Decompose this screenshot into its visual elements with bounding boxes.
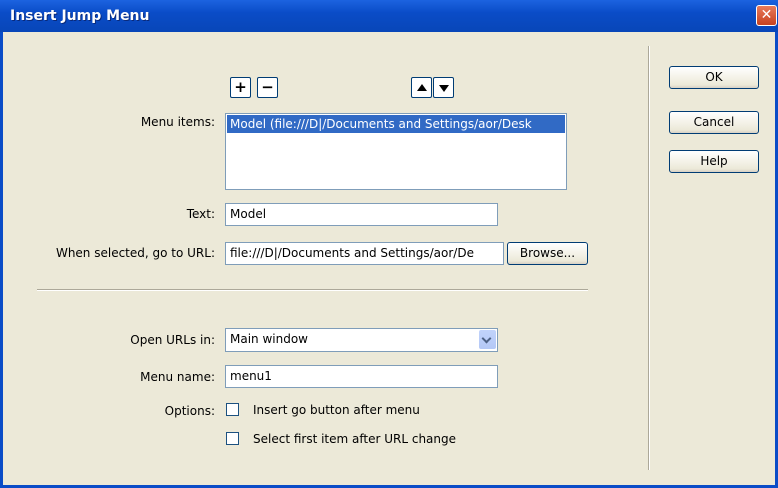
window-frame-left — [0, 32, 3, 488]
vertical-divider — [648, 46, 650, 470]
menu-items-list[interactable]: Model (file:///D|/Documents and Settings… — [225, 113, 567, 190]
go-button-checkbox[interactable] — [226, 403, 239, 416]
menu-items-label: Menu items: — [140, 115, 215, 129]
chevron-down-icon[interactable] — [479, 330, 496, 349]
text-label: Text: — [186, 207, 215, 221]
menu-name-field[interactable]: menu1 — [225, 365, 498, 388]
select-first-checkbox[interactable] — [226, 432, 239, 445]
browse-button[interactable]: Browse... — [507, 242, 588, 265]
options-label: Options: — [164, 404, 215, 418]
menu-name-label: Menu name: — [140, 370, 215, 384]
move-up-button[interactable] — [411, 77, 432, 98]
go-button-option-label[interactable]: Insert go button after menu — [253, 403, 420, 417]
add-item-button[interactable]: + — [230, 77, 251, 98]
url-field[interactable]: file:///D|/Documents and Settings/aor/De — [225, 242, 504, 265]
help-button[interactable]: Help — [669, 150, 759, 173]
open-urls-label: Open URLs in: — [130, 333, 215, 347]
close-button[interactable]: ✕ — [756, 5, 777, 26]
remove-item-button[interactable]: − — [257, 77, 278, 98]
section-divider — [37, 289, 588, 291]
url-label: When selected, go to URL: — [55, 246, 215, 260]
open-urls-select[interactable]: Main window — [225, 328, 498, 352]
ok-button[interactable]: OK — [669, 66, 759, 89]
cancel-button[interactable]: Cancel — [669, 111, 759, 134]
list-item[interactable]: Model (file:///D|/Documents and Settings… — [227, 115, 565, 133]
window-title: Insert Jump Menu — [10, 8, 150, 24]
select-first-option-label[interactable]: Select first item after URL change — [253, 432, 456, 446]
title-bar: Insert Jump Menu ✕ — [0, 0, 778, 32]
open-urls-value: Main window — [230, 332, 308, 346]
move-down-button[interactable] — [433, 77, 454, 98]
text-field[interactable]: Model — [225, 203, 498, 226]
